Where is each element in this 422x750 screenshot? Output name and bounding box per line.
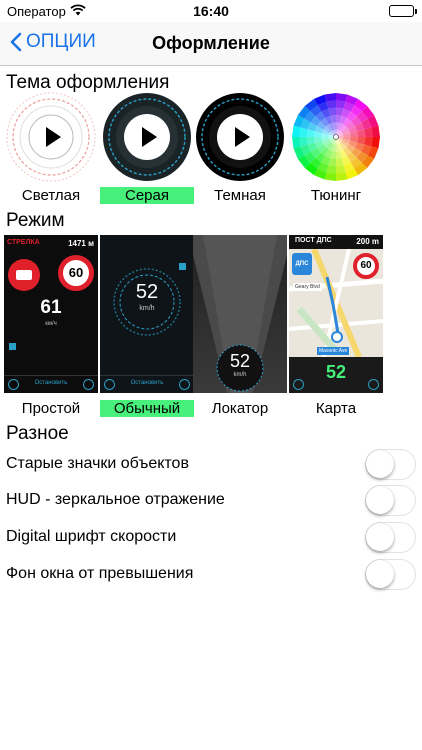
setting-row-overspeed-bg: Фон окна от превышения bbox=[0, 557, 422, 593]
normal-preview-unit: km/h bbox=[139, 305, 155, 312]
simple-preview-unit: км/ч bbox=[45, 321, 57, 327]
settings-icon bbox=[179, 379, 190, 390]
map-speed-limit-sign: 60 bbox=[353, 253, 379, 279]
battery-icon bbox=[389, 5, 417, 17]
setting-label-hud-mirror: HUD - зеркальное отражение bbox=[6, 491, 225, 508]
map-mode-preview: ПОСТ ДПС 200 m ДПС 60 Geary Blvd Masonic… bbox=[289, 235, 383, 393]
theme-label-gray: Серая bbox=[100, 187, 194, 204]
gray-theme-preview-icon bbox=[103, 93, 191, 181]
color-wheel-icon bbox=[292, 93, 380, 181]
settings-icon bbox=[368, 379, 379, 390]
color-wheel-segment bbox=[371, 137, 380, 149]
setting-row-digital-font: Digital шрифт скорости bbox=[0, 520, 422, 556]
color-wheel-segment bbox=[292, 125, 301, 137]
color-wheel-segment bbox=[336, 172, 348, 181]
theme-section-title: Тема оформления bbox=[6, 72, 170, 93]
dark-theme-preview-icon bbox=[196, 93, 284, 181]
simple-mode-preview: СТРЕЛКА 1471 м 60 61 км/ч Остановить bbox=[4, 235, 98, 393]
simple-preview-distance: 1471 м bbox=[68, 239, 94, 248]
navigation-bar: ОПЦИИ Оформление bbox=[0, 22, 422, 66]
locator-preview-unit: km/h bbox=[233, 372, 247, 378]
old-icons-toggle[interactable] bbox=[365, 449, 416, 480]
overspeed-bg-toggle[interactable] bbox=[365, 559, 416, 590]
page-title: Оформление bbox=[152, 33, 270, 53]
normal-mode-preview: 52 km/h Остановить bbox=[100, 235, 194, 393]
setting-row-hud-mirror: HUD - зеркальное отражение bbox=[0, 483, 422, 519]
simple-preview-speed: 61 bbox=[40, 297, 62, 318]
theme-label-dark: Темная bbox=[214, 187, 266, 204]
light-theme-preview-icon bbox=[6, 92, 96, 182]
color-wheel-segment bbox=[371, 125, 380, 137]
setting-label-old-icons: Старые значки объектов bbox=[6, 455, 189, 472]
mode-section-title: Режим bbox=[6, 210, 65, 231]
digital-font-toggle[interactable] bbox=[365, 522, 416, 553]
mode-label-locator: Локатор bbox=[211, 400, 269, 417]
mode-label-map: Карта bbox=[315, 400, 357, 417]
theme-label-tuning: Тюнинг bbox=[310, 187, 362, 204]
add-icon bbox=[293, 379, 304, 390]
map-preview-badge: ДПС bbox=[292, 253, 312, 275]
speed-limit-sign: 60 bbox=[58, 255, 94, 291]
color-wheel-center bbox=[333, 134, 339, 140]
mode-label-normal: Обычный bbox=[100, 400, 194, 417]
locator-mode-preview: 52 km/h bbox=[193, 235, 287, 393]
setting-row-old-icons: Старые значки объектов bbox=[0, 447, 422, 483]
hud-mirror-toggle[interactable] bbox=[365, 485, 416, 516]
camera-icon bbox=[8, 259, 40, 291]
map-street-label-2: Masonic Ave bbox=[317, 347, 350, 355]
setting-label-digital-font: Digital шрифт скорости bbox=[6, 528, 177, 545]
status-bar: Оператор 16:40 bbox=[0, 0, 422, 22]
setting-label-overspeed-bg: Фон окна от превышения bbox=[6, 565, 194, 582]
map-preview-distance: 200 m bbox=[356, 237, 379, 246]
locator-preview-speed: 52 bbox=[229, 351, 251, 371]
settings-icon bbox=[83, 379, 94, 390]
clock: 16:40 bbox=[193, 3, 229, 19]
color-wheel-segment bbox=[292, 137, 301, 149]
map-street-label: Geary Blvd bbox=[293, 283, 322, 291]
simple-preview-header: СТРЕЛКА bbox=[7, 239, 40, 246]
color-wheel-segment bbox=[324, 93, 336, 102]
color-wheel-segment bbox=[324, 172, 336, 181]
color-wheel-segment bbox=[336, 93, 348, 102]
location-arrow-icon bbox=[331, 331, 343, 343]
mode-label-simple: Простой bbox=[21, 400, 81, 417]
map-preview-header: ПОСТ ДПС bbox=[295, 237, 332, 244]
theme-label-light: Светлая bbox=[21, 187, 81, 204]
misc-section-title: Разное bbox=[6, 423, 69, 444]
volume-icon bbox=[9, 343, 16, 350]
normal-preview-speed: 52 bbox=[135, 281, 159, 303]
volume-icon bbox=[179, 263, 186, 270]
